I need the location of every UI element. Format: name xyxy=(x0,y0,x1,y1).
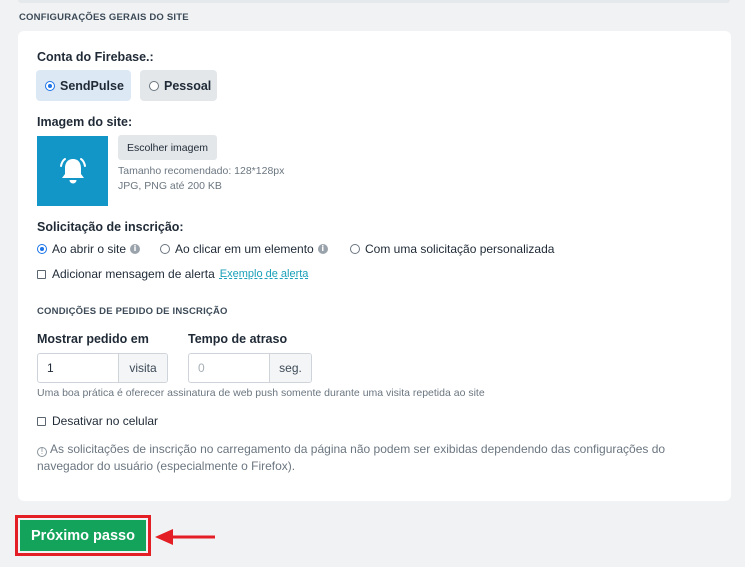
subscription-option-open-site[interactable]: Ao abrir o site i xyxy=(37,242,141,256)
radio-unselected-icon xyxy=(160,244,170,254)
radio-selected-icon xyxy=(37,244,47,254)
red-arrow-icon xyxy=(155,529,215,545)
option-label: Ao clicar em um elemento xyxy=(175,242,314,256)
conditions-hint: Uma boa prática é oferecer assinatura de… xyxy=(37,387,485,399)
firebase-option-sendpulse[interactable]: SendPulse xyxy=(36,70,131,101)
image-size-hint: Tamanho recomendado: 128*128px xyxy=(118,165,285,177)
delay-input[interactable]: 0 xyxy=(189,354,269,382)
radio-unselected-icon xyxy=(350,244,360,254)
delay-field[interactable]: 0 seg. xyxy=(188,353,312,383)
bell-icon xyxy=(59,158,86,184)
subscription-label: Solicitação de inscrição: xyxy=(37,220,184,234)
browser-notice-text: As solicitações de inscrição no carregam… xyxy=(37,442,666,473)
next-step-highlight: Próximo passo xyxy=(15,515,151,556)
firebase-option-label: SendPulse xyxy=(60,78,124,93)
subscription-option-custom[interactable]: Com uma solicitação personalizada xyxy=(350,242,554,256)
info-outline-icon: ! xyxy=(37,447,47,457)
info-icon[interactable]: i xyxy=(317,244,328,254)
delay-label: Tempo de atraso xyxy=(188,332,288,346)
firebase-label: Conta do Firebase.: xyxy=(37,50,154,64)
info-icon[interactable]: i xyxy=(130,244,141,254)
option-label: Ao abrir o site xyxy=(52,242,127,256)
show-request-label: Mostrar pedido em xyxy=(37,332,149,346)
checkbox-icon[interactable] xyxy=(37,416,46,426)
show-request-field[interactable]: 1 visita xyxy=(37,353,168,383)
site-image-label: Imagem do site: xyxy=(37,115,133,129)
checkbox-label: Adicionar mensagem de alerta xyxy=(52,267,215,281)
option-label: Com uma solicitação personalizada xyxy=(365,242,555,256)
disable-mobile-checkbox-row[interactable]: Desativar no celular xyxy=(37,414,158,428)
site-image-preview xyxy=(37,136,108,206)
choose-image-button[interactable]: Escolher imagem xyxy=(118,135,217,160)
browser-notice: ! As solicitações de inscrição no carrega… xyxy=(37,441,709,475)
delay-unit: seg. xyxy=(269,354,311,382)
checkbox-label: Desativar no celular xyxy=(52,414,159,428)
firebase-option-pessoal[interactable]: Pessoal xyxy=(140,70,217,101)
alert-message-checkbox-row[interactable]: Adicionar mensagem de alerta Exemplo de … xyxy=(37,267,308,281)
conditions-title: CONDIÇÕES DE PEDIDO DE INSCRIÇÃO xyxy=(37,306,228,317)
firebase-option-label: Pessoal xyxy=(164,78,212,93)
previous-card-edge xyxy=(18,0,730,3)
settings-card: Conta do Firebase.: SendPulse Pessoal Im… xyxy=(18,31,731,501)
show-request-input[interactable]: 1 xyxy=(38,354,118,382)
section-title: CONFIGURAÇÕES GERAIS DO SITE xyxy=(19,12,189,23)
alert-example-link[interactable]: Exemplo de alerta xyxy=(220,268,309,280)
radio-unselected-icon xyxy=(149,80,159,91)
checkbox-icon[interactable] xyxy=(37,269,46,279)
radio-selected-icon xyxy=(45,80,55,91)
subscription-option-click-element[interactable]: Ao clicar em um elemento i xyxy=(160,242,328,256)
next-step-button[interactable]: Próximo passo xyxy=(20,520,146,551)
show-request-unit: visita xyxy=(118,354,167,382)
image-format-hint: JPG, PNG até 200 KB xyxy=(118,180,222,192)
